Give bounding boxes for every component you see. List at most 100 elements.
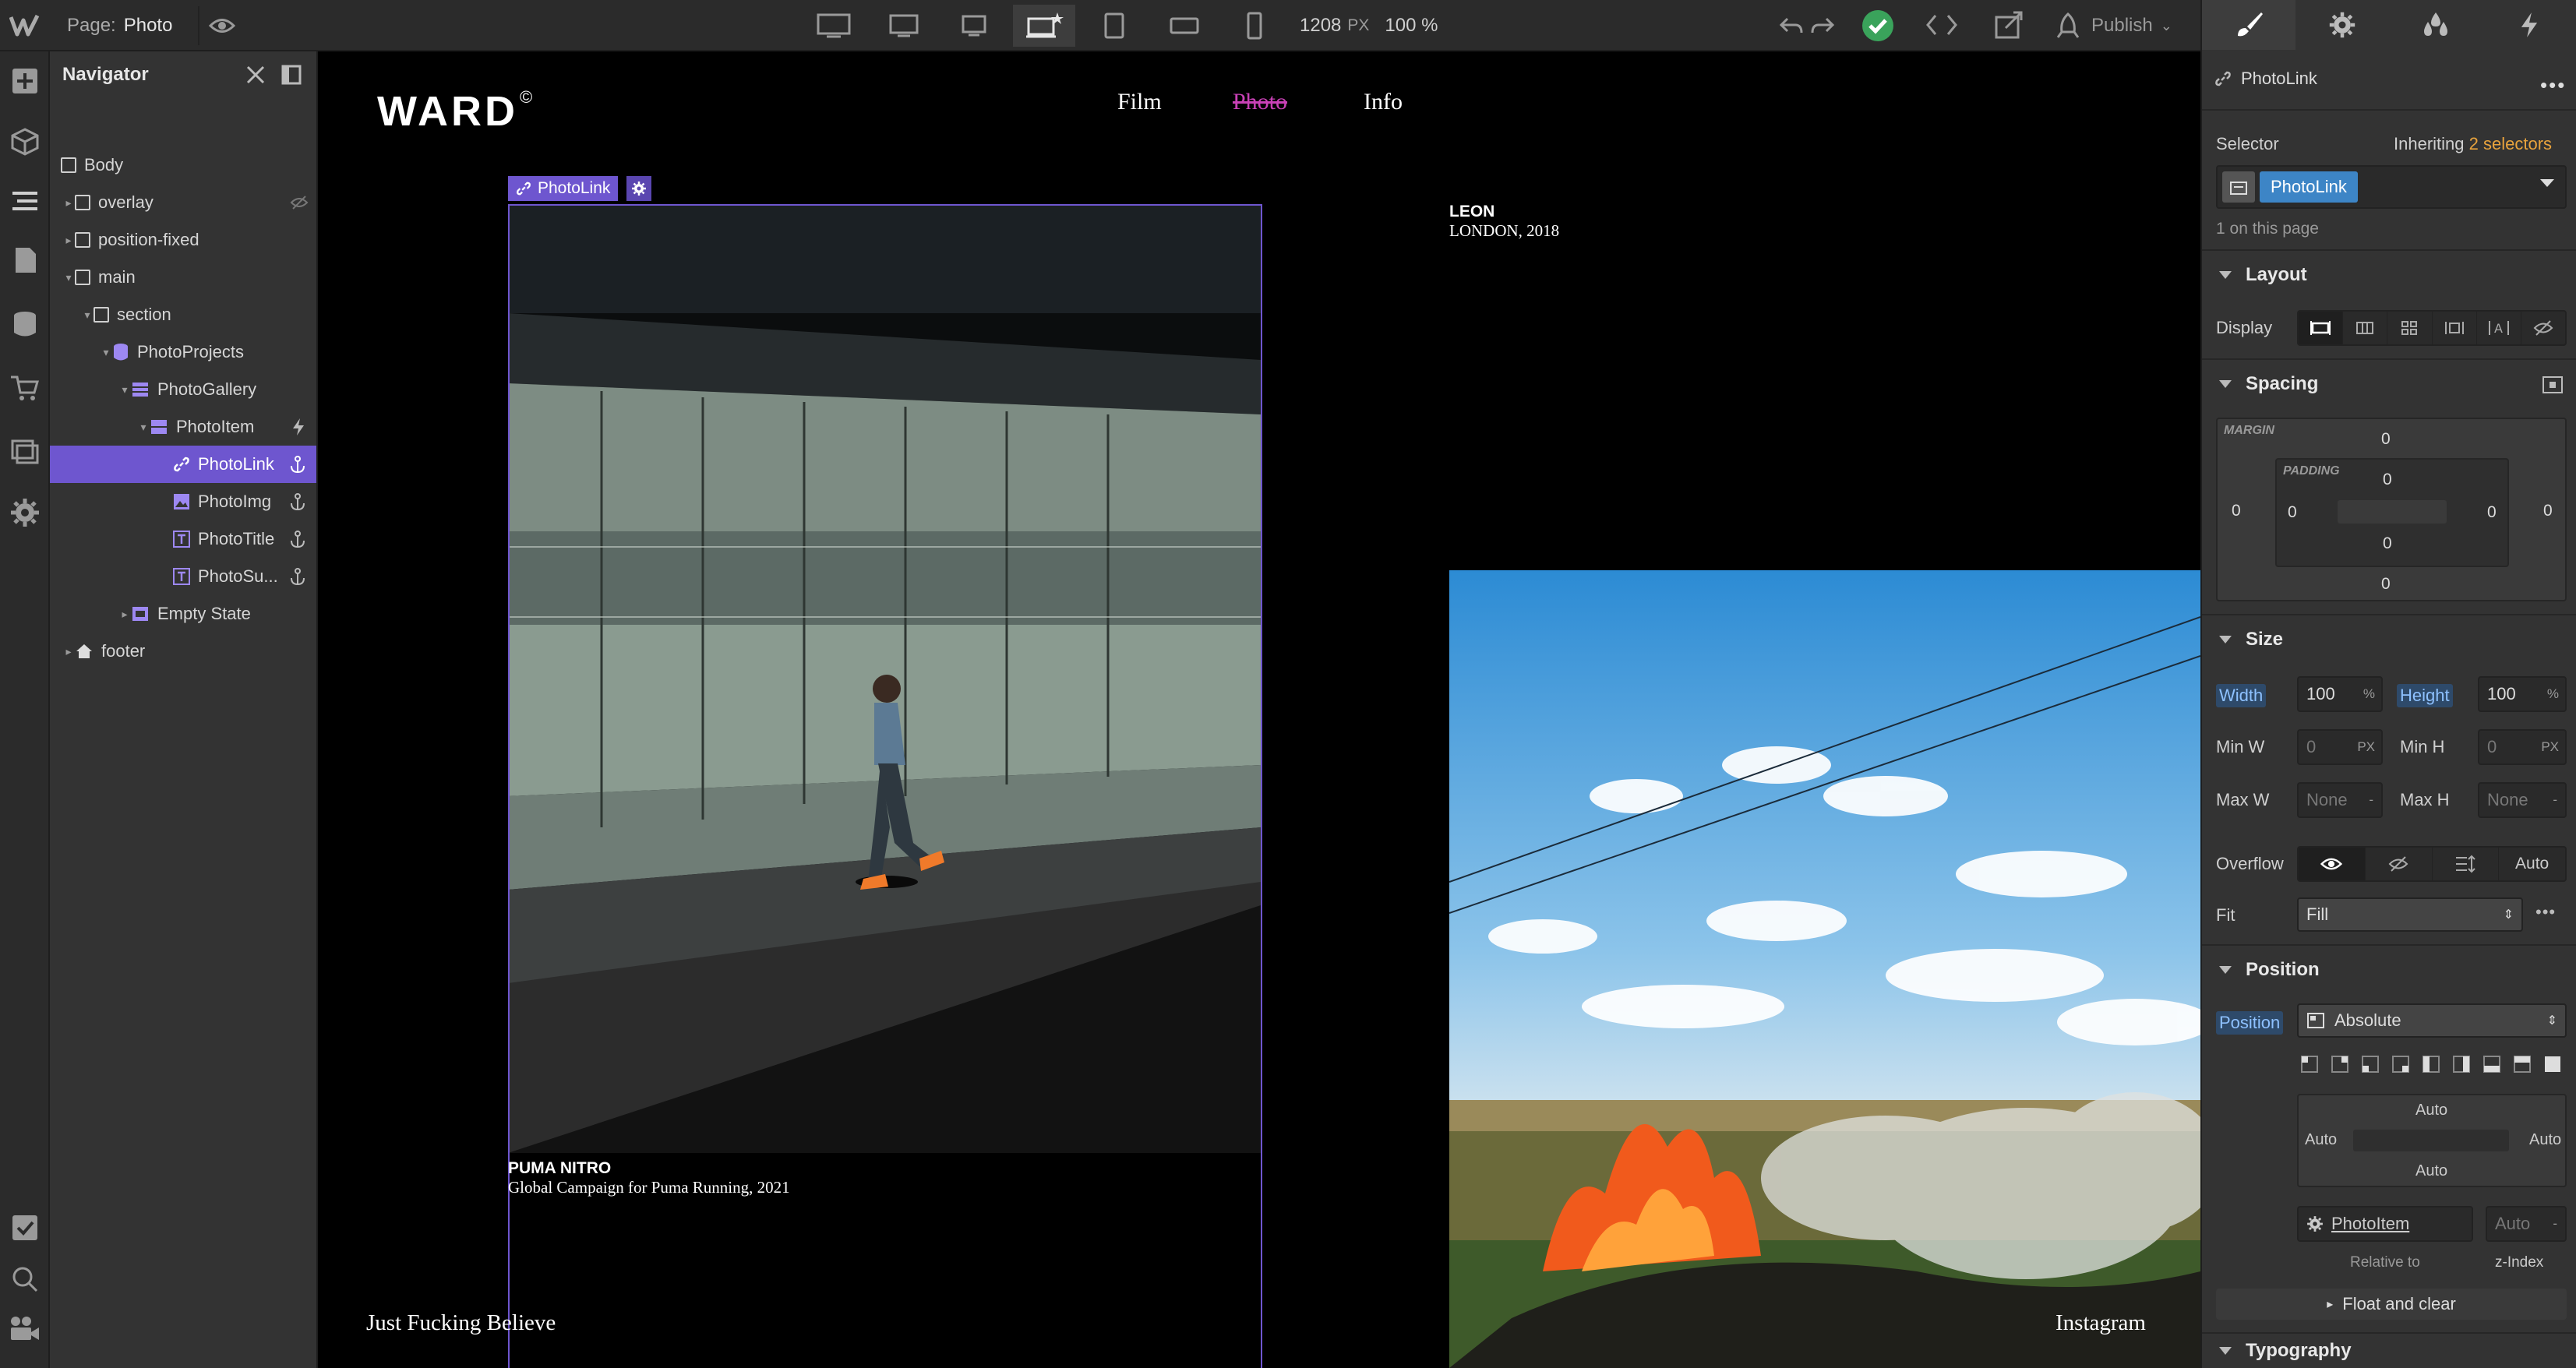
display-inline-block-icon[interactable] [2433, 312, 2477, 344]
position-label[interactable]: Position [2216, 1011, 2284, 1035]
margin-left-value[interactable]: 0 [2232, 502, 2241, 520]
device-desktop-base-icon[interactable] [1013, 5, 1075, 47]
width-input[interactable]: 100% [2297, 676, 2383, 712]
element-settings-gear-icon[interactable] [626, 176, 651, 201]
video-tutorials-icon[interactable] [8, 1312, 42, 1343]
caret-down-icon[interactable]: ▾ [62, 271, 75, 284]
caret-down-icon[interactable]: ▾ [100, 346, 112, 358]
min-width-unit[interactable]: PX [2357, 739, 2375, 755]
design-canvas[interactable]: WARD© Film Photo Info PhotoLink PUMA NIT… [318, 51, 2200, 1368]
device-mobile-landscape-icon[interactable] [1153, 5, 1216, 47]
settings-gear-icon[interactable] [9, 497, 41, 528]
share-icon[interactable] [1993, 9, 2024, 41]
chevron-down-icon[interactable] [2540, 179, 2554, 187]
max-height-input[interactable]: None - [2478, 782, 2567, 818]
preset-bottom-right-icon[interactable] [2388, 1052, 2415, 1077]
display-inline-icon[interactable]: A [2477, 312, 2521, 344]
typography-section-header[interactable]: Typography [2202, 1332, 2576, 1368]
selector-field[interactable]: PhotoLink [2216, 165, 2567, 209]
close-icon[interactable] [245, 64, 266, 86]
size-section-header[interactable]: Size [2202, 614, 2576, 664]
min-height-input[interactable]: 0 PX [2478, 729, 2567, 765]
more-options-icon[interactable]: ••• [2540, 73, 2566, 97]
position-left-value[interactable]: Auto [2305, 1131, 2337, 1149]
inheriting-count[interactable]: 2 selectors [2469, 134, 2552, 153]
page-selector[interactable]: Page: Photo [50, 0, 198, 51]
publish-status-check-icon[interactable] [1861, 9, 1895, 43]
overflow-scroll-icon[interactable] [2433, 848, 2500, 880]
caret-right-icon[interactable]: ▸ [62, 645, 75, 658]
nav-link-photo[interactable]: Photo [1233, 89, 1287, 115]
overflow-hidden-icon[interactable] [2366, 848, 2433, 880]
audit-checklist-icon[interactable] [9, 1212, 41, 1243]
display-none-icon[interactable] [2521, 312, 2565, 344]
nav-item-photolink[interactable]: PhotoLink [50, 446, 316, 483]
margin-bottom-value[interactable]: 0 [2381, 575, 2391, 594]
dock-panel-icon[interactable] [281, 64, 302, 86]
overflow-auto-option[interactable]: Auto [2499, 848, 2565, 880]
device-desktop-md-icon[interactable] [943, 5, 1005, 47]
layout-section-header[interactable]: Layout [2202, 249, 2576, 299]
position-top-value[interactable]: Auto [2415, 1102, 2447, 1119]
max-width-input[interactable]: None - [2297, 782, 2383, 818]
padding-bottom-value[interactable]: 0 [2383, 534, 2392, 553]
search-icon[interactable] [9, 1264, 41, 1295]
pages-icon[interactable] [9, 245, 41, 276]
caret-right-icon[interactable]: ▸ [118, 608, 131, 620]
height-unit[interactable]: % [2547, 686, 2559, 702]
device-desktop-lg-icon[interactable] [873, 5, 935, 47]
selector-type-icon[interactable] [2222, 171, 2255, 203]
device-tablet-icon[interactable] [1083, 5, 1145, 47]
min-height-unit[interactable]: PX [2541, 739, 2559, 755]
nav-item-position-fixed[interactable]: ▸ position-fixed [50, 221, 316, 259]
padding-top-value[interactable]: 0 [2383, 471, 2392, 489]
position-bottom-value[interactable]: Auto [2415, 1162, 2447, 1180]
device-mobile-portrait-icon[interactable] [1223, 5, 1286, 47]
overflow-visible-eye-icon[interactable] [2299, 848, 2366, 880]
preview-eye-icon[interactable] [198, 6, 245, 45]
margin-top-value[interactable]: 0 [2381, 430, 2391, 449]
webflow-logo-icon[interactable] [0, 0, 50, 51]
nav-item-photoitem[interactable]: ▾ PhotoItem [50, 408, 316, 446]
preset-bottom-icon[interactable] [2479, 1052, 2506, 1077]
max-height-unit[interactable]: - [2553, 792, 2557, 808]
nav-item-main[interactable]: ▾ main [50, 259, 316, 296]
fit-more-options-icon[interactable]: ••• [2535, 902, 2556, 922]
display-flex-icon[interactable] [2343, 312, 2388, 344]
caret-right-icon[interactable]: ▸ [62, 196, 75, 209]
navigator-icon[interactable] [9, 185, 41, 217]
interactions-bolt-icon[interactable] [2482, 0, 2576, 50]
assets-icon[interactable] [9, 435, 41, 466]
nav-item-empty-state[interactable]: ▸ Empty State [50, 595, 316, 633]
nav-item-photosubtitle[interactable]: PhotoSu... [50, 558, 316, 595]
nav-link-film[interactable]: Film [1117, 89, 1162, 115]
margin-right-value[interactable]: 0 [2543, 502, 2553, 520]
width-label[interactable]: Width [2216, 684, 2267, 707]
padding-right-value[interactable]: 0 [2487, 503, 2497, 522]
height-input[interactable]: 100% [2478, 676, 2567, 712]
nav-item-section[interactable]: ▾ section [50, 296, 316, 333]
min-width-input[interactable]: 0 PX [2297, 729, 2383, 765]
preset-top-left-icon[interactable] [2297, 1052, 2324, 1077]
nav-item-body[interactable]: Body [50, 146, 316, 184]
relative-to-field[interactable]: PhotoItem [2297, 1206, 2473, 1242]
device-desktop-xl-icon[interactable] [803, 5, 865, 47]
preset-bottom-left-icon[interactable] [2358, 1052, 2384, 1077]
position-offsets-box[interactable]: Auto Auto Auto Auto [2297, 1094, 2567, 1187]
nav-item-footer[interactable]: ▸ footer [50, 633, 316, 670]
photo-runner-image[interactable] [508, 204, 1261, 1153]
display-block-icon[interactable] [2299, 312, 2344, 344]
symbols-icon[interactable] [9, 126, 41, 157]
preset-right-icon[interactable] [2449, 1052, 2475, 1077]
nav-item-photogallery[interactable]: ▾ PhotoGallery [50, 371, 316, 408]
preset-full-icon[interactable] [2540, 1052, 2567, 1077]
style-manager-drops-icon[interactable] [2389, 0, 2482, 50]
caret-down-icon[interactable]: ▾ [118, 383, 131, 396]
code-export-icon[interactable] [1925, 11, 1959, 39]
redo-icon[interactable] [1809, 11, 1837, 39]
nav-link-info[interactable]: Info [1364, 89, 1403, 115]
nav-item-photoimg[interactable]: PhotoImg [50, 483, 316, 520]
padding-box[interactable]: PADDING 0 0 0 0 [2275, 458, 2509, 567]
style-brush-tab-icon[interactable] [2202, 0, 2295, 50]
footer-instagram-link[interactable]: Instagram [2056, 1310, 2146, 1336]
